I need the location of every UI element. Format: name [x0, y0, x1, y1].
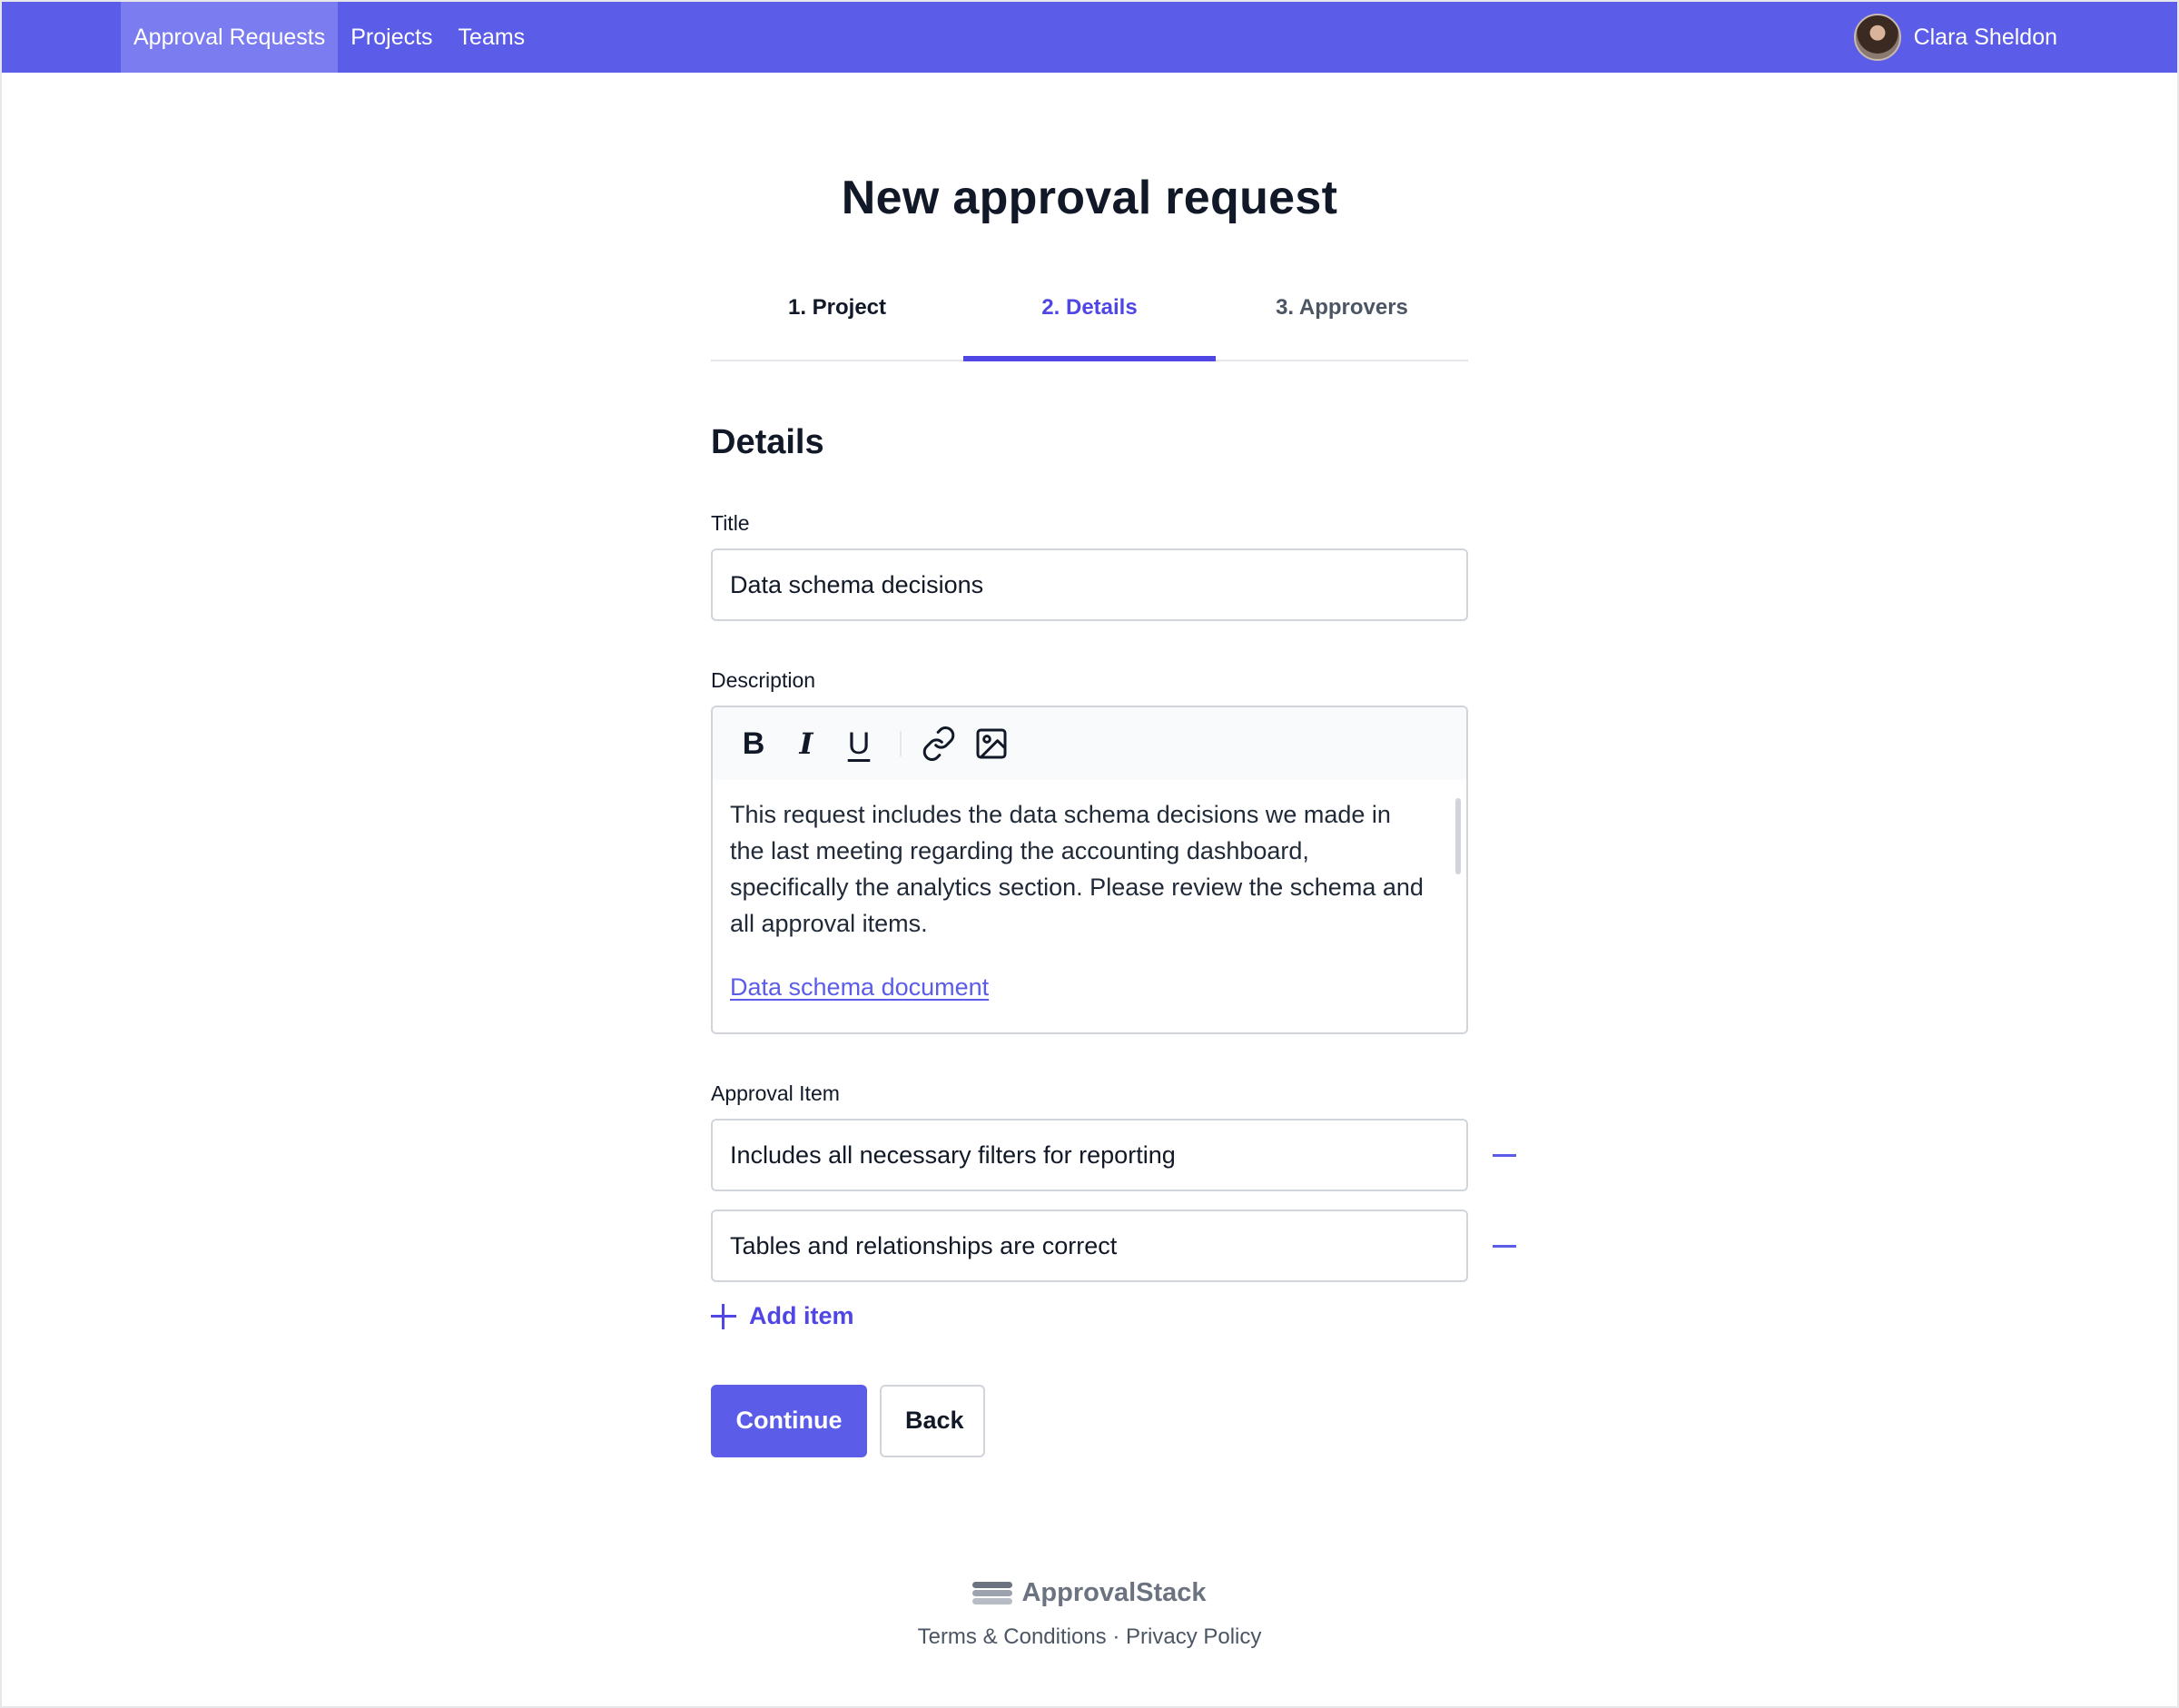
link-icon[interactable] [920, 722, 958, 765]
description-editor: B I U This request includes the data sch… [711, 706, 1468, 1034]
stepper: 1. Project 2. Details 3. Approvers [711, 281, 1468, 361]
stack-icon [972, 1581, 1013, 1605]
nav-item-projects[interactable]: Projects [338, 2, 445, 73]
editor-toolbar: B I U [713, 707, 1466, 780]
remove-item-icon[interactable] [1486, 1139, 1523, 1171]
user-name: Clara Sheldon [1913, 24, 2057, 50]
description-text: This request includes the data schema de… [730, 801, 1424, 937]
step-approvers[interactable]: 3. Approvers [1216, 281, 1468, 360]
title-input[interactable] [711, 548, 1468, 621]
section-title: Details [711, 423, 824, 461]
main-content: New approval request 1. Project 2. Detai… [711, 73, 1516, 1457]
approval-item-label: Approval Item [711, 1081, 840, 1105]
underline-button[interactable]: U [840, 722, 878, 765]
footer-links: Terms & Conditions · Privacy Policy [0, 1624, 2179, 1650]
form-actions: Continue Back [711, 1384, 1468, 1457]
description-body[interactable]: This request includes the data schema de… [713, 780, 1466, 1005]
footer-separator: · [1112, 1624, 1120, 1649]
approval-item-row [711, 1209, 1516, 1282]
approval-item-input[interactable] [711, 1209, 1468, 1282]
step-details[interactable]: 2. Details [963, 281, 1216, 361]
terms-link[interactable]: Terms & Conditions [918, 1624, 1107, 1649]
user-menu[interactable]: Clara Sheldon [1853, 2, 2057, 73]
add-item-button[interactable]: Add item [711, 1302, 854, 1330]
continue-button[interactable]: Continue [711, 1384, 867, 1457]
italic-button[interactable]: I [787, 722, 825, 765]
footer: ApprovalStack Terms & Conditions · Priva… [0, 1578, 2179, 1650]
page-title: New approval request [841, 172, 1338, 224]
description-label: Description [711, 668, 816, 692]
add-item-label: Add item [749, 1302, 854, 1329]
brand-logo: ApprovalStack [972, 1578, 1207, 1608]
approval-item-input[interactable] [711, 1119, 1468, 1191]
description-link[interactable]: Data schema document [730, 969, 989, 1005]
editor-scrollbar[interactable] [1455, 798, 1461, 874]
image-icon[interactable] [972, 722, 1011, 765]
back-button[interactable]: Back [880, 1384, 985, 1457]
toolbar-divider [900, 731, 902, 756]
approval-item-row [711, 1119, 1516, 1191]
privacy-link[interactable]: Privacy Policy [1126, 1624, 1261, 1649]
avatar [1853, 14, 1901, 61]
plus-icon [711, 1303, 736, 1329]
step-project[interactable]: 1. Project [711, 281, 963, 360]
top-navigation: Approval Requests Projects Teams Clara S… [2, 2, 2177, 73]
main-nav: Approval Requests Projects Teams [121, 2, 537, 73]
title-label: Title [711, 511, 750, 535]
bold-button[interactable]: B [735, 722, 773, 765]
remove-item-icon[interactable] [1486, 1229, 1523, 1262]
nav-item-teams[interactable]: Teams [446, 2, 538, 73]
brand-name: ApprovalStack [1021, 1578, 1207, 1607]
nav-item-approval-requests[interactable]: Approval Requests [121, 2, 339, 73]
